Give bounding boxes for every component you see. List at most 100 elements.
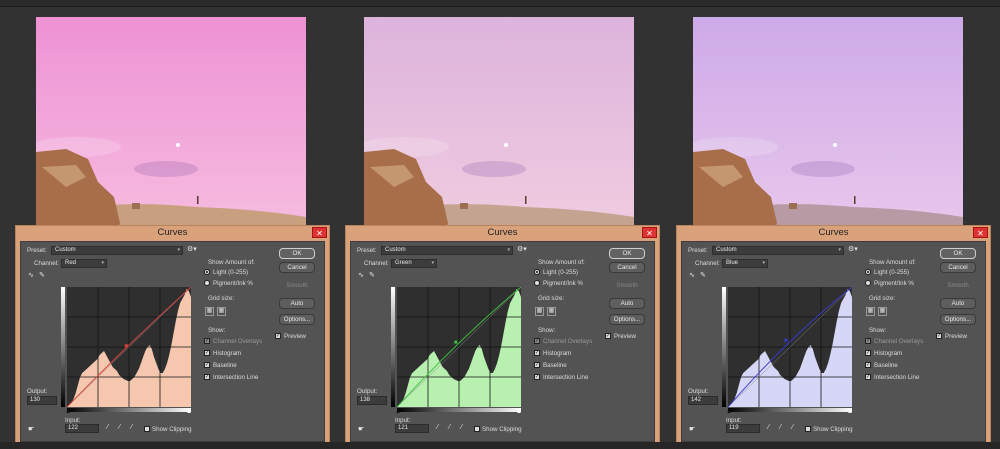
pencil-icon[interactable]: ✎ bbox=[39, 272, 45, 280]
show-clipping-checkbox[interactable] bbox=[805, 426, 811, 432]
auto-button[interactable]: Auto bbox=[940, 298, 976, 309]
light-radio[interactable] bbox=[204, 269, 210, 275]
preset-options-gear-icon[interactable]: ⚙▾ bbox=[517, 246, 527, 254]
preview-checkbox[interactable]: ✓ bbox=[605, 333, 611, 339]
on-image-adjust-icon[interactable]: ☛ bbox=[28, 426, 34, 434]
show-clipping-label: Show Clipping bbox=[482, 426, 522, 433]
options-button[interactable]: Options... bbox=[940, 314, 976, 325]
curve-edit-icon[interactable]: ∿ bbox=[358, 272, 364, 280]
output-field[interactable]: 142 bbox=[688, 396, 718, 405]
curves-dialog-red: Curves ✕ Preset: Custom ▾ ⚙▾ Channel: Red… bbox=[15, 225, 330, 447]
ok-button[interactable]: OK bbox=[609, 248, 645, 259]
auto-button[interactable]: Auto bbox=[609, 298, 645, 309]
white-point-slider[interactable]: ▲ bbox=[516, 409, 522, 415]
preset-select[interactable]: Custom ▾ bbox=[712, 246, 844, 255]
show-clipping-checkbox[interactable] bbox=[474, 426, 480, 432]
preset-options-gear-icon[interactable]: ⚙▾ bbox=[848, 246, 858, 254]
curve-edit-icon[interactable]: ∿ bbox=[28, 272, 34, 280]
histogram-checkbox[interactable]: ✓ bbox=[534, 350, 540, 356]
white-eyedropper-icon[interactable]: ⁄ bbox=[792, 424, 793, 432]
pigment-radio[interactable] bbox=[534, 280, 540, 286]
close-icon[interactable]: ✕ bbox=[312, 227, 327, 238]
curve-graph[interactable] bbox=[728, 287, 852, 407]
options-button[interactable]: Options... bbox=[609, 314, 645, 325]
histogram-checkbox[interactable]: ✓ bbox=[204, 350, 210, 356]
pigment-radio[interactable] bbox=[865, 280, 871, 286]
cancel-button[interactable]: Cancel bbox=[279, 262, 315, 273]
photo-green bbox=[364, 17, 634, 235]
curve-graph[interactable] bbox=[397, 287, 521, 407]
input-field[interactable]: 122 bbox=[65, 424, 99, 433]
white-eyedropper-icon[interactable]: ⁄ bbox=[131, 424, 132, 432]
output-field[interactable]: 130 bbox=[27, 396, 57, 405]
detailed-grid-icon[interactable]: ▦ bbox=[217, 307, 226, 316]
white-point-slider[interactable]: ▲ bbox=[186, 409, 192, 415]
smooth-button[interactable]: Smooth bbox=[940, 280, 976, 291]
gray-eyedropper-icon[interactable]: ⁄ bbox=[780, 424, 781, 432]
gray-eyedropper-icon[interactable]: ⁄ bbox=[119, 424, 120, 432]
black-eyedropper-icon[interactable]: ⁄ bbox=[768, 424, 769, 432]
white-eyedropper-icon[interactable]: ⁄ bbox=[461, 424, 462, 432]
baseline-checkbox[interactable]: ✓ bbox=[865, 362, 871, 368]
histogram-label: Histogram bbox=[213, 350, 242, 357]
simple-grid-icon[interactable]: ▦ bbox=[866, 307, 875, 316]
channel-overlays-checkbox[interactable]: ✓ bbox=[534, 338, 540, 344]
black-point-slider[interactable]: ▲ bbox=[395, 409, 401, 415]
histogram-checkbox[interactable]: ✓ bbox=[865, 350, 871, 356]
intersection-line-checkbox[interactable]: ✓ bbox=[534, 374, 540, 380]
show-clipping-label: Show Clipping bbox=[152, 426, 192, 433]
preset-select[interactable]: Custom ▾ bbox=[381, 246, 513, 255]
curve-graph[interactable] bbox=[67, 287, 191, 407]
options-button[interactable]: Options... bbox=[279, 314, 315, 325]
close-icon[interactable]: ✕ bbox=[973, 227, 988, 238]
dialog-title: Curves bbox=[818, 227, 849, 238]
cancel-button[interactable]: Cancel bbox=[940, 262, 976, 273]
light-radio[interactable] bbox=[865, 269, 871, 275]
black-point-slider[interactable]: ▲ bbox=[726, 409, 732, 415]
pencil-icon[interactable]: ✎ bbox=[369, 272, 375, 280]
intersection-line-checkbox[interactable]: ✓ bbox=[204, 374, 210, 380]
cancel-button[interactable]: Cancel bbox=[609, 262, 645, 273]
channel-select[interactable]: Blue ▾ bbox=[722, 259, 768, 268]
baseline-checkbox[interactable]: ✓ bbox=[534, 362, 540, 368]
simple-grid-icon[interactable]: ▦ bbox=[535, 307, 544, 316]
input-field[interactable]: 121 bbox=[395, 424, 429, 433]
ok-button[interactable]: OK bbox=[940, 248, 976, 259]
ok-button[interactable]: OK bbox=[279, 248, 315, 259]
output-field[interactable]: 138 bbox=[357, 396, 387, 405]
on-image-adjust-icon[interactable]: ☛ bbox=[689, 426, 695, 434]
smooth-button[interactable]: Smooth bbox=[279, 280, 315, 291]
preset-options-gear-icon[interactable]: ⚙▾ bbox=[187, 246, 197, 254]
detailed-grid-icon[interactable]: ▦ bbox=[878, 307, 887, 316]
black-point-slider[interactable]: ▲ bbox=[65, 409, 71, 415]
pencil-icon[interactable]: ✎ bbox=[700, 272, 706, 280]
on-image-adjust-icon[interactable]: ☛ bbox=[358, 426, 364, 434]
preset-select[interactable]: Custom ▾ bbox=[51, 246, 183, 255]
intersection-line-checkbox[interactable]: ✓ bbox=[865, 374, 871, 380]
preview-label: Preview bbox=[284, 333, 307, 340]
black-eyedropper-icon[interactable]: ⁄ bbox=[437, 424, 438, 432]
curves-dialog-blue: Curves ✕ Preset: Custom ▾ ⚙▾ Channel: Blu… bbox=[676, 225, 991, 447]
light-radio[interactable] bbox=[534, 269, 540, 275]
show-clipping-checkbox[interactable] bbox=[144, 426, 150, 432]
pigment-radio[interactable] bbox=[204, 280, 210, 286]
curve-edit-icon[interactable]: ∿ bbox=[689, 272, 695, 280]
simple-grid-icon[interactable]: ▦ bbox=[205, 307, 214, 316]
preview-checkbox[interactable]: ✓ bbox=[936, 333, 942, 339]
detailed-grid-icon[interactable]: ▦ bbox=[547, 307, 556, 316]
gray-eyedropper-icon[interactable]: ⁄ bbox=[449, 424, 450, 432]
channel-overlays-checkbox[interactable]: ✓ bbox=[865, 338, 871, 344]
channel-select[interactable]: Red ▾ bbox=[61, 259, 107, 268]
smooth-button[interactable]: Smooth bbox=[609, 280, 645, 291]
close-icon[interactable]: ✕ bbox=[642, 227, 657, 238]
channel-overlays-checkbox[interactable]: ✓ bbox=[204, 338, 210, 344]
input-field[interactable]: 119 bbox=[726, 424, 760, 433]
baseline-checkbox[interactable]: ✓ bbox=[204, 362, 210, 368]
preview-checkbox[interactable]: ✓ bbox=[275, 333, 281, 339]
white-point-slider[interactable]: ▲ bbox=[847, 409, 853, 415]
auto-button[interactable]: Auto bbox=[279, 298, 315, 309]
channel-select[interactable]: Green ▾ bbox=[391, 259, 437, 268]
channel-label: Channel: bbox=[34, 260, 59, 267]
black-eyedropper-icon[interactable]: ⁄ bbox=[107, 424, 108, 432]
light-label: Light (0-255) bbox=[213, 269, 249, 276]
